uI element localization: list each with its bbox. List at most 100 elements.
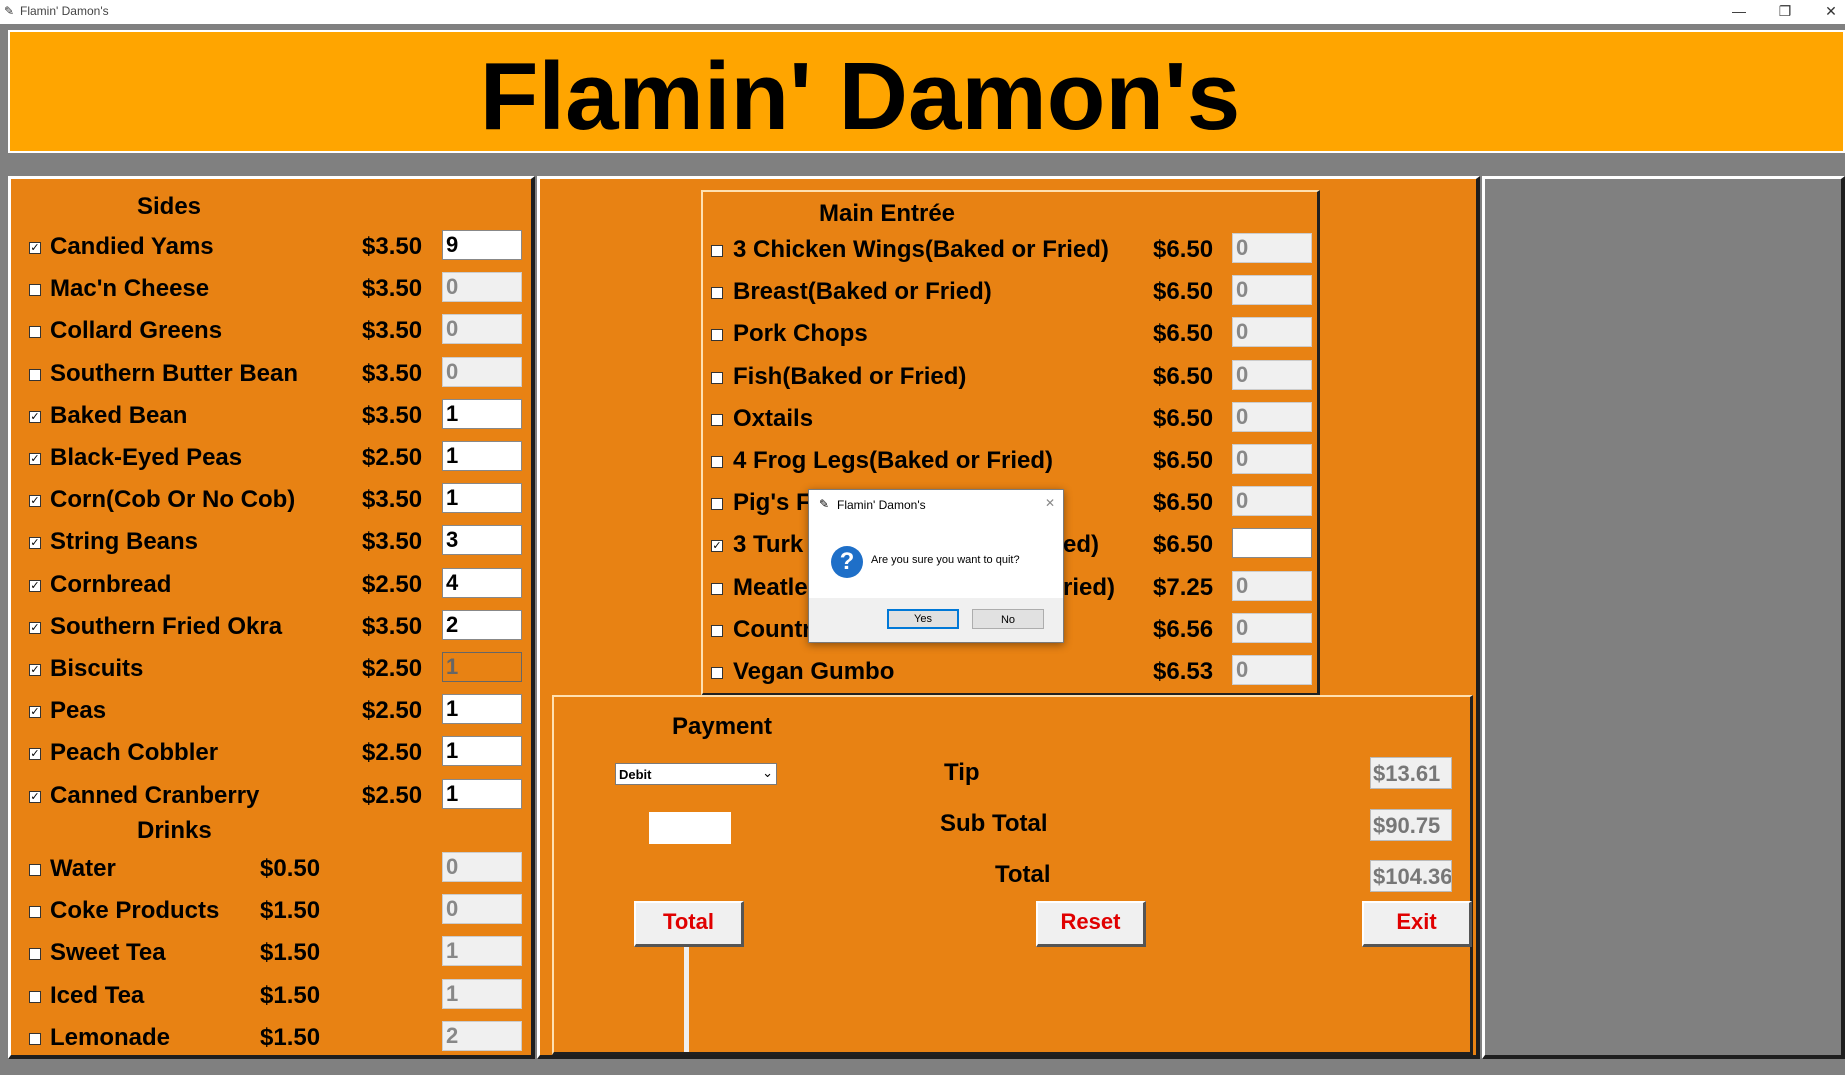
item-quantity-input[interactable]: 0 [442, 356, 522, 387]
item-checkbox[interactable] [29, 1032, 41, 1045]
item-checkbox[interactable]: ✓ [29, 748, 41, 761]
item-quantity-input[interactable]: 3 [442, 525, 522, 556]
item-checkbox[interactable]: ✓ [29, 410, 41, 423]
item-quantity-input[interactable]: 1 [442, 398, 522, 429]
item-checkbox[interactable] [711, 582, 723, 595]
item-price: $1.50 [260, 897, 321, 925]
item-quantity-input[interactable]: 1 [442, 778, 522, 809]
item-checkbox[interactable] [711, 371, 723, 384]
item-checkbox[interactable]: ✓ [29, 664, 41, 676]
item-quantity-input[interactable]: 0 [1232, 570, 1312, 601]
item-checkbox[interactable]: ✓ [29, 579, 41, 592]
minimize-button[interactable]: — [1716, 0, 1762, 24]
exit-button[interactable]: Exit [1362, 901, 1472, 947]
item-quantity-input[interactable]: 0 [442, 894, 522, 925]
item-quantity-input[interactable]: 0 [1232, 233, 1312, 263]
item-quantity-input[interactable]: 2 [442, 609, 522, 640]
item-label-suffix: ed) [1063, 531, 1099, 559]
item-quantity-input[interactable]: 0 [1232, 401, 1312, 432]
restore-button[interactable]: ❐ [1762, 0, 1808, 24]
yes-button[interactable]: Yes [887, 609, 959, 629]
tip-label: Tip [944, 759, 980, 786]
item-checkbox[interactable]: ✓ [29, 242, 41, 254]
item-label: Candied Yams [50, 233, 214, 260]
item-quantity-input[interactable]: 0 [1232, 359, 1312, 390]
item-checkbox[interactable]: ✓ [29, 495, 41, 508]
payment-method-value: Debit [619, 767, 652, 782]
window-title: Flamin' Damon's [20, 4, 109, 18]
item-label: Vegan Gumbo [733, 658, 895, 685]
item-quantity-input[interactable]: 0 [442, 314, 522, 345]
item-checkbox[interactable]: ✓ [29, 537, 41, 550]
item-checkbox[interactable] [29, 990, 41, 1003]
total-value: $104.36 [1370, 860, 1452, 892]
item-checkbox[interactable] [711, 329, 723, 342]
item-price: $2.50 [362, 781, 423, 809]
item-price: $6.50 [1153, 447, 1214, 474]
feather-icon: ✎ [4, 4, 15, 18]
quit-dialog: ✎ Flamin' Damon's ✕ ? Are you sure you w… [808, 489, 1064, 643]
item-label: Southern Fried Okra [50, 612, 283, 640]
item-quantity-input[interactable] [1232, 528, 1312, 559]
item-quantity-input[interactable]: 0 [442, 852, 522, 882]
item-quantity-input[interactable]: 1 [442, 694, 522, 725]
item-quantity-input[interactable]: 1 [442, 652, 522, 682]
item-quantity-input[interactable]: 4 [442, 567, 522, 598]
item-checkbox[interactable]: ✓ [29, 453, 41, 465]
item-checkbox[interactable]: ✓ [711, 540, 723, 553]
item-label: 3 Chicken Wings(Baked or Fried) [733, 236, 1109, 263]
item-quantity-input[interactable]: 0 [1232, 275, 1312, 306]
item-price: $6.50 [1153, 404, 1214, 432]
item-checkbox[interactable] [711, 667, 723, 679]
item-quantity-input[interactable]: 0 [1232, 486, 1312, 517]
total-button[interactable]: Total [634, 901, 744, 947]
item-quantity-input[interactable]: 2 [442, 1020, 522, 1051]
item-checkbox[interactable]: ✓ [29, 706, 41, 719]
payment-method-select[interactable]: Debit ⌄ [615, 763, 777, 785]
item-checkbox[interactable] [711, 498, 723, 511]
item-quantity-input[interactable]: 0 [1232, 655, 1312, 685]
item-checkbox[interactable] [29, 864, 41, 876]
subtotal-value: $90.75 [1370, 809, 1452, 841]
item-label: Corn(Cob Or No Cob) [50, 486, 296, 514]
item-price: $1.50 [260, 981, 321, 1009]
item-quantity-input[interactable]: 1 [442, 483, 522, 514]
item-quantity-input[interactable]: 1 [442, 936, 522, 967]
item-quantity-input[interactable]: 9 [442, 230, 522, 260]
dialog-message: Are you sure you want to quit? [871, 554, 1020, 566]
item-quantity-input[interactable]: 0 [1232, 317, 1312, 348]
item-quantity-input[interactable]: 0 [1232, 612, 1312, 643]
item-checkbox[interactable] [711, 245, 723, 257]
item-price: $6.53 [1153, 658, 1214, 685]
item-checkbox[interactable]: ✓ [29, 790, 41, 803]
item-checkbox[interactable] [711, 456, 723, 468]
item-label: Southern Butter Bean [50, 359, 299, 387]
item-checkbox[interactable] [29, 284, 41, 297]
item-checkbox[interactable] [711, 413, 723, 426]
cash-input[interactable] [649, 812, 731, 844]
item-checkbox[interactable] [711, 624, 723, 637]
item-price: $2.50 [362, 570, 423, 598]
feather-icon: ✎ [819, 497, 830, 511]
item-checkbox[interactable] [29, 906, 41, 919]
item-checkbox[interactable] [711, 287, 723, 300]
item-label: Oxtails [733, 404, 814, 432]
dialog-close-icon[interactable]: ✕ [1045, 496, 1055, 510]
item-price: $3.50 [362, 233, 423, 260]
item-quantity-input[interactable]: 0 [1232, 444, 1312, 474]
item-quantity-input[interactable]: 1 [442, 978, 522, 1009]
item-quantity-input[interactable]: 0 [442, 272, 522, 303]
item-price: $2.50 [362, 444, 423, 471]
item-price: $0.50 [260, 855, 321, 882]
item-checkbox[interactable] [29, 326, 41, 339]
item-checkbox[interactable] [29, 948, 41, 961]
item-quantity-input[interactable]: 1 [442, 441, 522, 471]
item-checkbox[interactable] [29, 368, 41, 381]
close-window-button[interactable]: ✕ [1808, 0, 1845, 24]
reset-button[interactable]: Reset [1036, 901, 1146, 947]
no-button[interactable]: No [972, 609, 1044, 629]
item-checkbox[interactable]: ✓ [29, 621, 41, 634]
item-quantity-input[interactable]: 1 [442, 736, 522, 767]
item-price: $3.50 [362, 359, 423, 387]
item-price: $7.25 [1153, 573, 1214, 601]
